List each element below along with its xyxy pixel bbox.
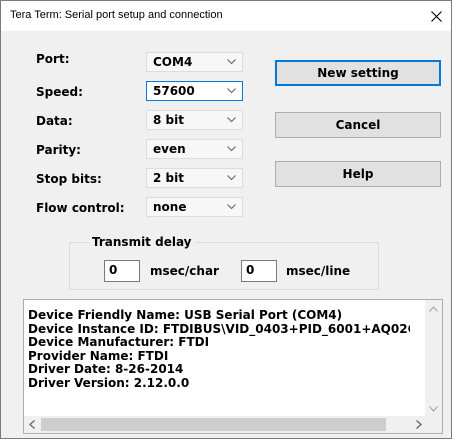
chevron-down-icon <box>227 88 236 94</box>
window-title: Tera Term: Serial port setup and connect… <box>10 9 223 21</box>
device-info-box[interactable]: Device Friendly Name: USB Serial Port (C… <box>23 299 443 434</box>
data-select[interactable]: 8 bit <box>146 110 243 130</box>
char-delay-unit: msec/char <box>150 264 219 278</box>
scroll-left-icon[interactable] <box>29 420 35 429</box>
flow-control-select[interactable]: none <box>146 197 243 217</box>
speed-combo[interactable]: 57600 <box>146 81 243 101</box>
device-info-text: Device Friendly Name: USB Serial Port (C… <box>28 309 410 390</box>
device-manufacturer: Device Manufacturer: FTDI <box>28 335 210 349</box>
parity-value: even <box>153 142 186 156</box>
transmit-delay-title: Transmit delay <box>89 235 195 249</box>
data-label: Data: <box>36 114 73 128</box>
chevron-down-icon <box>227 146 236 152</box>
port-value: COM4 <box>153 55 193 69</box>
stop-bits-label: Stop bits: <box>36 172 102 186</box>
serial-setup-dialog: Tera Term: Serial port setup and connect… <box>0 0 452 439</box>
horizontal-scrollbar[interactable] <box>24 416 427 433</box>
new-setting-button[interactable]: New setting <box>275 60 441 86</box>
chevron-down-icon <box>227 175 236 181</box>
chevron-down-icon <box>227 117 236 123</box>
flow-control-label: Flow control: <box>36 201 125 215</box>
parity-select[interactable]: even <box>146 139 243 159</box>
vertical-scrollbar[interactable] <box>425 300 442 418</box>
cancel-button[interactable]: Cancel <box>275 112 441 138</box>
close-icon <box>430 10 442 22</box>
close-button[interactable] <box>421 1 451 31</box>
horizontal-scroll-thumb[interactable] <box>41 418 386 431</box>
device-friendly-name: Device Friendly Name: USB Serial Port (C… <box>28 309 343 322</box>
speed-value[interactable]: 57600 <box>153 84 195 98</box>
stop-bits-value: 2 bit <box>153 171 184 185</box>
char-delay-input[interactable]: 0 <box>104 260 140 282</box>
title-bar[interactable]: Tera Term: Serial port setup and connect… <box>1 1 451 31</box>
scroll-up-icon[interactable] <box>429 306 438 312</box>
device-instance-id: Device Instance ID: FTDIBUS\VID_0403+PID… <box>28 321 410 336</box>
driver-version: Driver Version: 2.12.0.0 <box>28 375 190 390</box>
chevron-down-icon <box>227 204 236 210</box>
chevron-down-icon <box>227 59 236 65</box>
port-select[interactable]: COM4 <box>146 52 243 72</box>
scrollbar-corner <box>425 416 442 433</box>
line-delay-unit: msec/line <box>286 264 351 278</box>
scroll-right-icon[interactable] <box>416 420 422 429</box>
provider-name: Provider Name: FTDI <box>28 348 169 363</box>
flow-control-value: none <box>153 200 187 214</box>
driver-date: Driver Date: 8-26-2014 <box>28 362 184 376</box>
help-button[interactable]: Help <box>275 161 441 187</box>
port-label: Port: <box>36 52 70 66</box>
speed-label: Speed: <box>36 85 83 99</box>
parity-label: Parity: <box>36 143 81 157</box>
stop-bits-select[interactable]: 2 bit <box>146 168 243 188</box>
data-value: 8 bit <box>153 113 184 127</box>
line-delay-input[interactable]: 0 <box>241 260 277 282</box>
scroll-down-icon[interactable] <box>429 406 438 412</box>
